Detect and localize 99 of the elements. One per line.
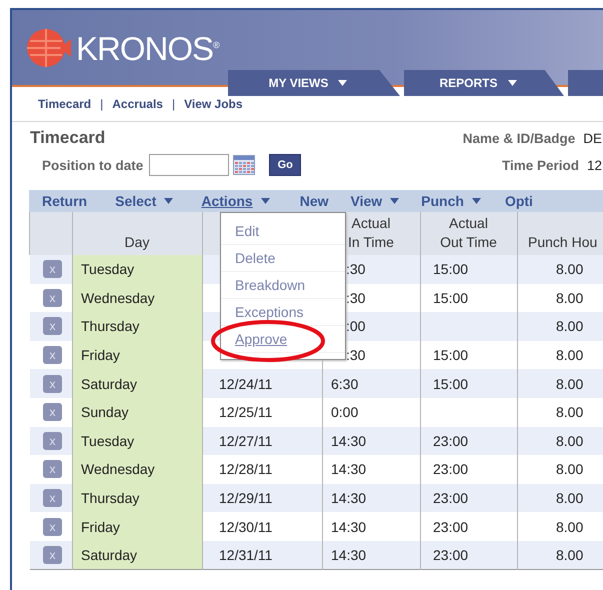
page-title: Timecard xyxy=(30,128,106,148)
table-cell: 23:00 xyxy=(433,546,468,563)
separator: | xyxy=(100,97,104,111)
caret-icon xyxy=(508,80,516,86)
date-input[interactable] xyxy=(149,154,230,176)
table-cell: 8.00 xyxy=(556,518,584,535)
toolbar-item[interactable]: View xyxy=(350,193,400,209)
menu-item[interactable]: Breakdown xyxy=(221,272,345,299)
table-cell: Saturday xyxy=(81,546,138,563)
table-cell: 12/25/11 xyxy=(219,404,272,420)
table-cell: 12/27/11 xyxy=(219,432,272,449)
caret-icon xyxy=(472,198,481,204)
table-cell: 12/31/11 xyxy=(219,546,272,563)
table-cell: 8.00 xyxy=(556,432,584,449)
table-cell: 15:00 xyxy=(433,376,468,392)
table-cell: Thursday xyxy=(81,490,140,506)
table-cell: 8.00 xyxy=(556,318,584,334)
field-label: Position to date xyxy=(42,158,144,172)
nav-link[interactable]: Accruals xyxy=(112,97,163,111)
caret-icon xyxy=(390,198,400,204)
toolbar-item[interactable]: Actions xyxy=(201,193,270,209)
table-cell-text: :30 xyxy=(345,347,366,364)
table-cell: 8.00 xyxy=(556,490,584,506)
table-cell: 23:00 xyxy=(433,461,468,478)
field-value: DE xyxy=(583,130,602,146)
nav-link[interactable]: View Jobs xyxy=(184,97,243,111)
table-cell: 14:30 xyxy=(331,432,366,449)
delete-button[interactable]: x xyxy=(43,432,62,450)
toolbar-item[interactable]: Opti xyxy=(504,193,533,209)
menu-item[interactable]: Edit xyxy=(221,218,345,245)
table-cell: 0:00 xyxy=(331,404,358,420)
delete-button[interactable]: x xyxy=(43,460,62,478)
table-cell: 6:30 xyxy=(331,376,358,392)
table-cell: Tuesday xyxy=(81,261,134,278)
delete-button[interactable]: x xyxy=(43,403,62,422)
field-label: Time Period xyxy=(502,158,579,172)
toolbar-item[interactable]: Return xyxy=(42,193,88,209)
delete-button[interactable]: x xyxy=(43,374,62,393)
caret-icon xyxy=(338,80,348,86)
column-header: Punch Hou xyxy=(518,212,603,255)
nav-tab[interactable]: MY VIEWS xyxy=(228,70,400,96)
delete-button[interactable]: x xyxy=(43,288,62,307)
table-cell: 12/30/11 xyxy=(219,518,272,535)
separator: | xyxy=(172,97,176,111)
toolbar-item[interactable]: Select xyxy=(115,193,174,209)
toolbar-item[interactable]: Punch xyxy=(421,193,481,209)
delete-button[interactable]: x xyxy=(43,546,62,564)
table-cell: Thursday xyxy=(81,318,140,334)
table-cell: 12/29/11 xyxy=(219,490,272,506)
table-cell-text: :30 xyxy=(345,290,366,306)
table-cell: 15:00 xyxy=(433,347,468,364)
column-header: Day xyxy=(72,212,202,255)
table-cell: 8.00 xyxy=(556,376,584,392)
table-cell: Wednesday xyxy=(81,461,155,478)
table-cell: Wednesday xyxy=(81,290,155,306)
table-cell: 14:30 xyxy=(331,546,366,563)
table-cell-text: :00 xyxy=(345,318,366,334)
logo-text: KRONOS$^{®}$ xyxy=(76,32,219,64)
table-cell: 8.00 xyxy=(556,546,584,563)
table-cell: 8.00 xyxy=(556,404,584,420)
menu-item[interactable]: Approve xyxy=(221,326,345,353)
table-cell: 8.00 xyxy=(556,461,584,478)
table-cell: 8.00 xyxy=(556,290,584,306)
field-label: Name & ID/Badge xyxy=(462,130,576,146)
table-cell: 23:00 xyxy=(433,518,468,535)
nav-link[interactable]: Timecard xyxy=(38,97,92,111)
column-header: Actual Out Time xyxy=(420,212,518,255)
table-cell: Saturday xyxy=(81,376,138,392)
delete-button[interactable]: x xyxy=(43,518,62,536)
table-cell: 8.00 xyxy=(556,261,584,278)
delete-button[interactable]: x xyxy=(43,260,62,278)
delete-button[interactable]: x xyxy=(43,317,62,336)
table-cell: 14:30 xyxy=(331,518,366,535)
menu-item[interactable]: Exceptions xyxy=(221,299,345,326)
table-cell: 23:00 xyxy=(433,490,468,506)
delete-button[interactable]: x xyxy=(43,489,62,508)
table-cell: 12/24/11 xyxy=(219,376,272,392)
globe-logo-icon xyxy=(26,26,72,70)
delete-button[interactable]: x xyxy=(43,346,62,364)
menu-item[interactable]: Delete xyxy=(221,245,345,272)
table-cell-text: :30 xyxy=(345,261,366,278)
table-cell: 8.00 xyxy=(556,347,584,364)
table-cell: 14:30 xyxy=(331,461,366,478)
table-cell: Tuesday xyxy=(81,432,134,449)
table-cell: Friday xyxy=(81,518,120,535)
toolbar-item[interactable]: New xyxy=(300,193,329,209)
calendar-icon[interactable] xyxy=(233,155,256,175)
table-cell: 23:00 xyxy=(433,432,468,449)
go-button[interactable]: Go xyxy=(269,154,302,176)
caret-icon xyxy=(164,198,174,204)
table-cell: 15:00 xyxy=(433,290,468,306)
table-cell: 15:00 xyxy=(433,261,468,278)
field-value: 12 xyxy=(586,158,602,172)
table-cell: 12/28/11 xyxy=(219,461,272,478)
table-cell: 14:30 xyxy=(331,490,366,506)
nav-tab[interactable]: REPORTS xyxy=(404,70,564,96)
table-cell: Friday xyxy=(81,347,120,364)
caret-icon xyxy=(260,198,270,204)
table-cell: Sunday xyxy=(81,404,128,420)
